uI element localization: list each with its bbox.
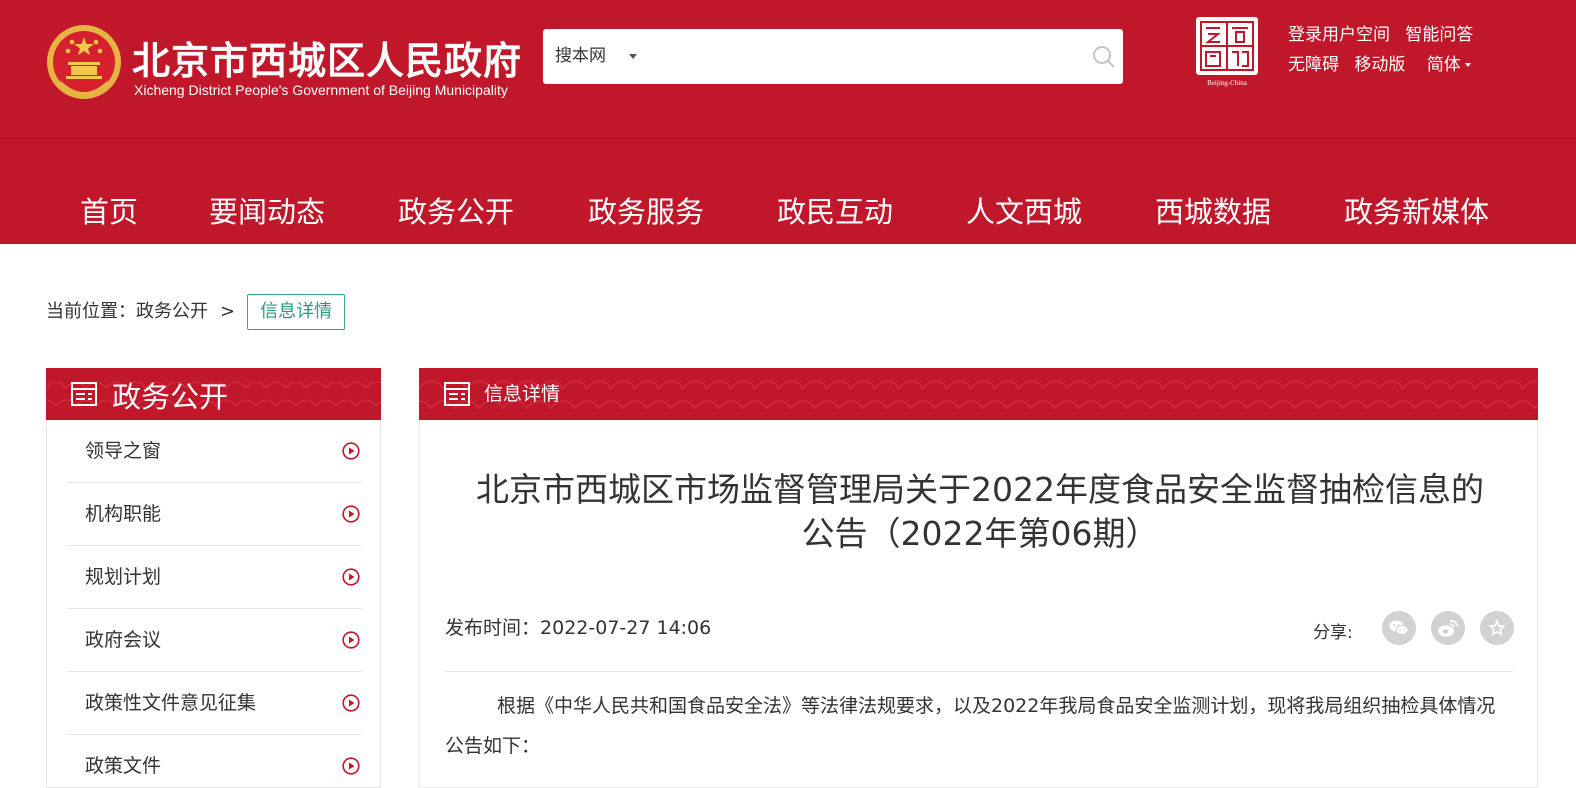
nav-item-culture[interactable]: 人文西城 <box>966 180 1082 244</box>
language-label: 简体 <box>1426 55 1461 75</box>
breadcrumb-current[interactable]: 信息详情 <box>247 294 346 330</box>
content-section-title: 信息详情 <box>484 383 561 405</box>
circle-play-icon <box>342 631 360 649</box>
article-title: 北京市西城区市场监督管理局关于2022年度食品安全监督抽检信息的 公告（2022… <box>445 468 1515 556</box>
capital-logo-caption: Beijing-China <box>1207 79 1248 87</box>
publish-time: 发布时间：2022-07-27 14:06 <box>445 613 711 640</box>
wechat-icon <box>1389 620 1409 636</box>
sidebar-header: 政务公开 <box>46 368 381 420</box>
sidebar-item-label: 政策文件 <box>85 755 162 777</box>
sidebar-item-label: 政府会议 <box>85 629 162 651</box>
main-nav: 首页 要闻动态 政务公开 政务服务 政民互动 人文西城 西城数据 政务新媒体 <box>0 180 1576 244</box>
header-divider <box>0 138 1576 139</box>
search-icon[interactable] <box>1090 43 1118 71</box>
chevron-down-icon[interactable] <box>629 54 637 59</box>
sidebar-item-leaders[interactable]: 领导之窗 <box>67 420 362 483</box>
wave-pattern <box>419 380 1538 410</box>
list-icon <box>444 382 470 406</box>
favorite-star-icon <box>1488 619 1506 636</box>
breadcrumb-label: 当前位置： <box>46 301 136 322</box>
smart-qa-link[interactable]: 智能问答 <box>1405 25 1473 45</box>
article-panel: 北京市西城区市场监督管理局关于2022年度食品安全监督抽检信息的 公告（2022… <box>419 420 1538 788</box>
login-link[interactable]: 登录用户空间 <box>1288 25 1390 45</box>
chevron-down-icon <box>1464 63 1471 67</box>
circle-play-icon <box>342 505 360 523</box>
mobile-version-link[interactable]: 移动版 <box>1354 55 1405 75</box>
sidebar-item-label: 规划计划 <box>85 566 162 588</box>
nav-item-new-media[interactable]: 政务新媒体 <box>1344 180 1489 244</box>
circle-play-icon <box>342 442 360 460</box>
sidebar-item-label: 领导之窗 <box>85 440 162 462</box>
share-weibo-button[interactable] <box>1431 611 1465 645</box>
breadcrumb-separator: > <box>220 301 236 322</box>
search-scope-select[interactable]: 搜本网 <box>555 29 606 84</box>
sidebar-title: 政务公开 <box>112 380 229 414</box>
site-title[interactable]: 北京市西城区人民政府 <box>132 30 522 85</box>
sidebar-item-plans[interactable]: 规划计划 <box>67 546 362 609</box>
list-icon <box>71 382 97 406</box>
sidebar-item-label: 政策性文件意见征集 <box>85 692 257 714</box>
emblem-icon[interactable] <box>44 22 124 104</box>
nav-item-gov-open[interactable]: 政务公开 <box>398 180 514 244</box>
accessibility-link[interactable]: 无障碍 <box>1288 55 1339 75</box>
nav-item-home[interactable]: 首页 <box>80 180 138 244</box>
share-label: 分享: <box>1313 623 1353 643</box>
nav-item-interaction[interactable]: 政民互动 <box>777 180 893 244</box>
sidebar-item-consultation[interactable]: 政策性文件意见征集 <box>67 672 362 735</box>
share-favorite-button[interactable] <box>1480 611 1514 645</box>
nav-item-news[interactable]: 要闻动态 <box>209 180 325 244</box>
site-subtitle: Xicheng District People's Government of … <box>134 82 508 98</box>
circle-play-icon <box>342 568 360 586</box>
search-input[interactable] <box>653 39 1073 74</box>
sidebar-item-meetings[interactable]: 政府会议 <box>67 609 362 672</box>
language-select[interactable]: 简体 <box>1427 55 1481 75</box>
article-divider <box>445 671 1513 672</box>
sidebar-item-policy-docs[interactable]: 政策文件 <box>67 735 362 788</box>
nav-item-data[interactable]: 西城数据 <box>1155 180 1271 244</box>
publish-time-label: 发布时间： <box>445 617 541 639</box>
article-title-line: 公告（2022年第06期） <box>801 514 1159 553</box>
sidebar-item-functions[interactable]: 机构职能 <box>67 483 362 546</box>
article-paragraph: 根据《中华人民共和国食品安全法》等法律法规要求，以及2022年我局食品安全监测计… <box>445 695 1496 757</box>
capital-window-logo[interactable]: Beijing-China <box>1192 16 1262 88</box>
weibo-icon <box>1438 619 1458 637</box>
top-utility-links: 登录用户空间 智能问答 无障碍 移动版 简体 <box>1288 22 1491 82</box>
nav-item-gov-service[interactable]: 政务服务 <box>588 180 704 244</box>
publish-time-value: 2022-07-27 14:06 <box>540 617 712 639</box>
breadcrumb: 当前位置：政务公开 > 信息详情 <box>46 294 346 330</box>
content-header: 信息详情 <box>419 368 1538 420</box>
sidebar-menu: 领导之窗 机构职能 规划计划 政府会议 政策性文件意见征集 政策文件 <box>46 420 381 788</box>
circle-play-icon <box>342 757 360 775</box>
search-box: 搜本网 <box>543 29 1123 84</box>
share-wechat-button[interactable] <box>1382 611 1416 645</box>
sidebar-item-label: 机构职能 <box>85 503 162 525</box>
site-header: 北京市西城区人民政府 Xicheng District People's Gov… <box>0 0 1576 244</box>
breadcrumb-parent[interactable]: 政务公开 <box>136 301 208 322</box>
circle-play-icon <box>342 694 360 712</box>
article-title-line: 北京市西城区市场监督管理局关于2022年度食品安全监督抽检信息的 <box>476 470 1484 509</box>
